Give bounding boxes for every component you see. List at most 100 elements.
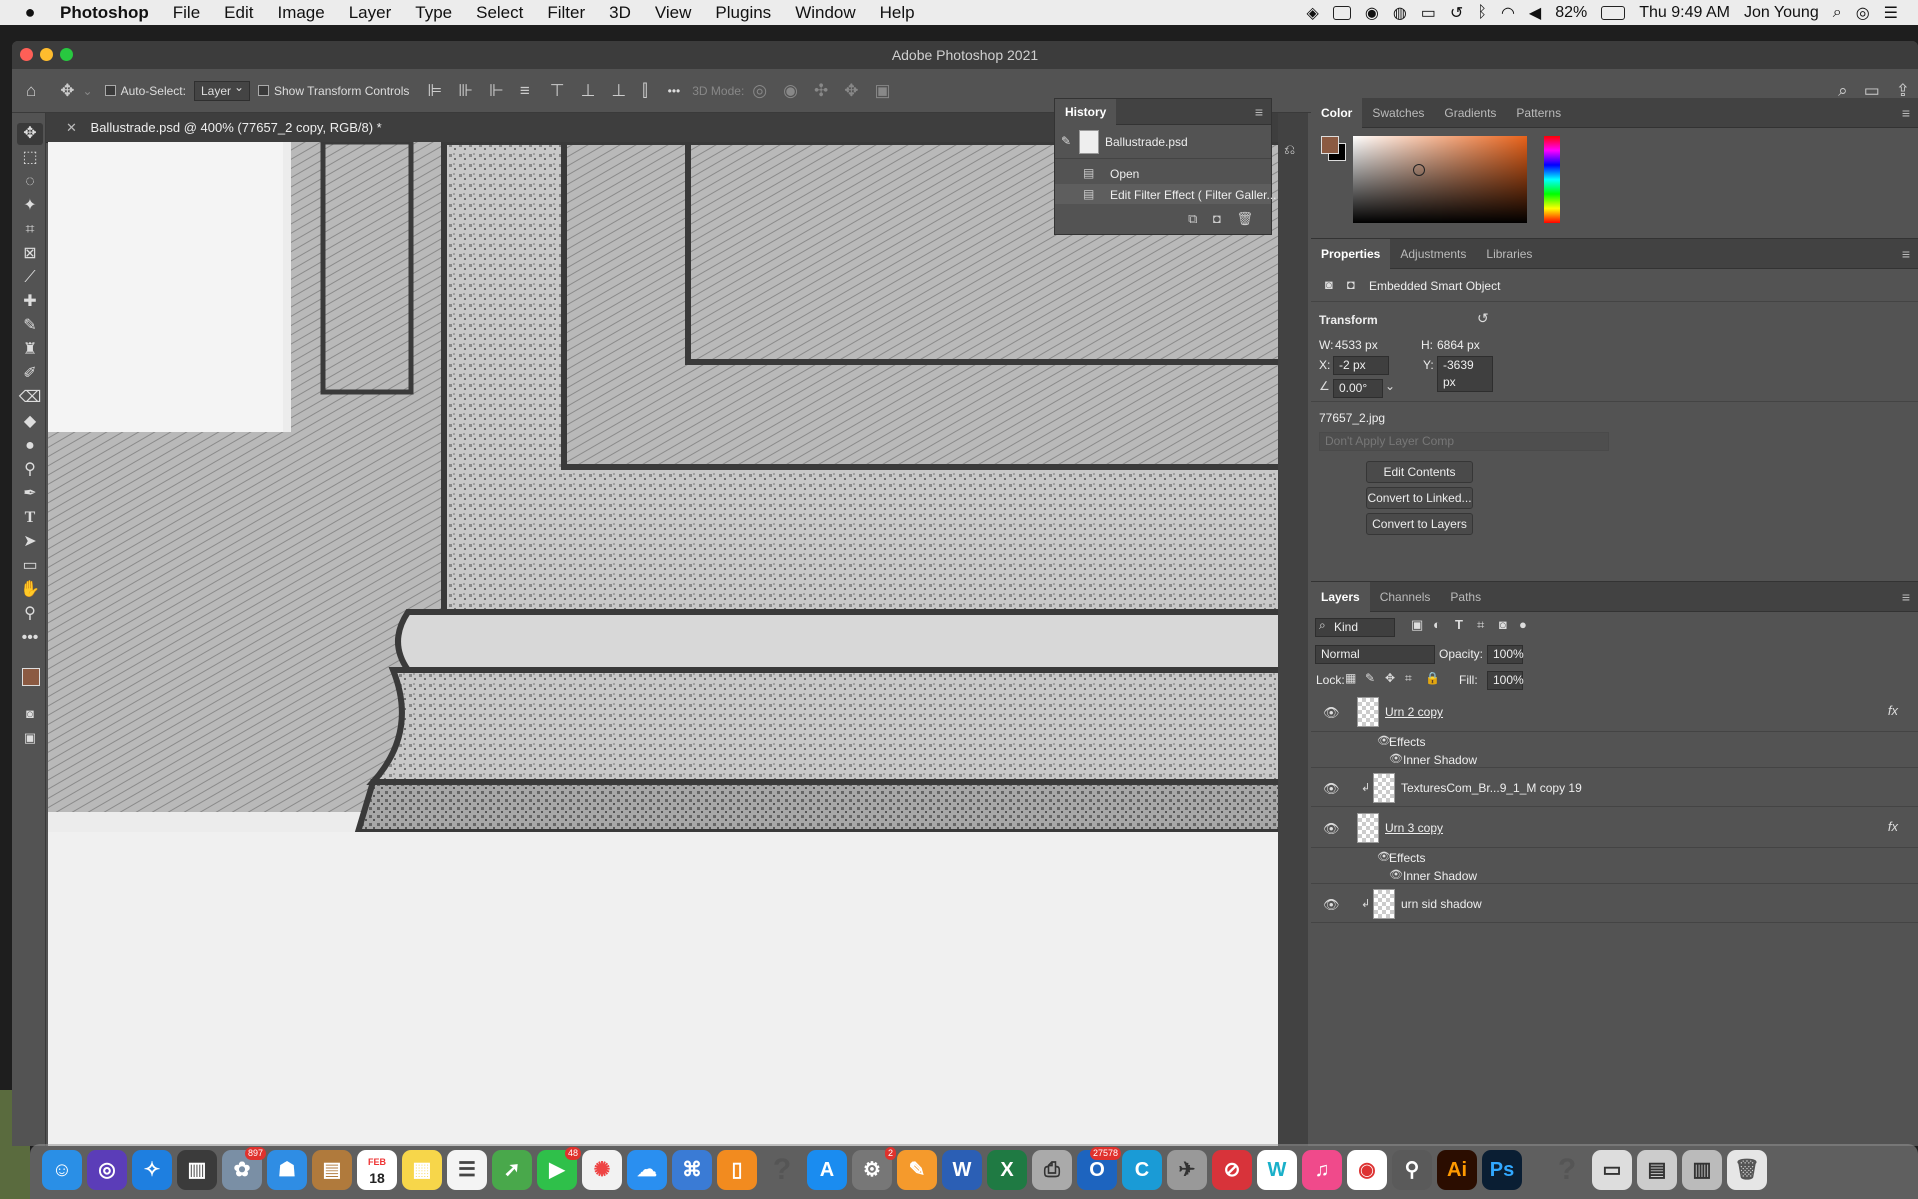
battery-icon[interactable] — [1601, 5, 1626, 20]
convert-to-linked-button[interactable]: Convert to Linked... — [1366, 487, 1473, 509]
pencil-app-icon[interactable]: ✎ — [897, 1150, 937, 1190]
move-tool-icon[interactable]: ✥ — [17, 123, 43, 145]
angle-dropdown-icon[interactable]: ⌄ — [1385, 379, 1395, 393]
frame-tool-icon[interactable]: ⊠ — [17, 243, 43, 265]
move-tool-icon[interactable]: ✥ — [60, 81, 74, 101]
documents-stack-icon[interactable]: ▤ — [1637, 1150, 1677, 1190]
control-center-icon[interactable]: ☰ — [1884, 3, 1898, 23]
menu-image[interactable]: Image — [265, 3, 336, 23]
calendar-icon[interactable]: FEB 18 — [357, 1150, 397, 1190]
close-document-icon[interactable]: ✕ — [66, 120, 77, 135]
blocker-app-icon[interactable]: ⊘ — [1212, 1150, 1252, 1190]
3d-pan-icon[interactable]: ✣ — [814, 81, 828, 101]
history-brush-source-icon[interactable]: ✎ — [1061, 134, 1071, 148]
path-selection-tool-icon[interactable]: ➤ — [17, 531, 43, 553]
menu-3d[interactable]: 3D — [597, 3, 643, 23]
type-tool-icon[interactable]: T — [17, 507, 43, 529]
y-position-input[interactable]: -3639 px — [1437, 356, 1493, 392]
siri-icon[interactable]: ◎ — [1856, 3, 1870, 23]
tab-properties[interactable]: Properties — [1311, 238, 1391, 269]
layer-name[interactable]: Urn 2 copy — [1385, 705, 1443, 719]
tab-libraries[interactable]: Libraries — [1476, 239, 1542, 269]
healing-brush-tool-icon[interactable]: ✚ — [17, 291, 43, 313]
layer-effects-icon[interactable]: fx — [1888, 703, 1898, 718]
music-icon[interactable]: ♫ — [1302, 1150, 1342, 1190]
menu-help[interactable]: Help — [868, 3, 927, 23]
layer-row[interactable]: 👁 ↲ TexturesCom_Br...9_1_M copy 19 — [1311, 769, 1918, 807]
history-brush-tool-icon[interactable]: ✐ — [17, 363, 43, 385]
history-panel-menu-icon[interactable]: ≡ — [1255, 104, 1271, 120]
height-value[interactable]: 6864 px — [1437, 338, 1480, 352]
opacity-input[interactable]: 100% — [1487, 645, 1524, 664]
finder-icon[interactable]: ☺ — [42, 1150, 82, 1190]
menu-file[interactable]: File — [161, 3, 212, 23]
angle-input[interactable]: 0.00° — [1333, 379, 1383, 398]
delete-state-icon[interactable]: 🗑 — [1236, 211, 1253, 226]
effects-row[interactable]: 👁 Effects — [1311, 732, 1918, 750]
tab-swatches[interactable]: Swatches — [1362, 98, 1434, 128]
time-machine-icon[interactable]: ↺ — [1450, 3, 1463, 23]
lock-artboard-icon[interactable]: ⌗ — [1405, 671, 1412, 686]
contacts-sync-icon[interactable]: ☗ — [267, 1150, 307, 1190]
properties-panel-menu-icon[interactable]: ≡ — [1902, 246, 1918, 262]
layers-panel-menu-icon[interactable]: ≡ — [1902, 589, 1918, 605]
airplay-icon[interactable]: ▭ — [1421, 3, 1436, 23]
lock-all-icon[interactable]: 🔒 — [1425, 671, 1440, 685]
foreground-color-swatch[interactable] — [1321, 136, 1339, 154]
lasso-tool-icon[interactable]: ◌ — [17, 171, 43, 193]
creative-cloud-icon[interactable]: ◉ — [1365, 3, 1379, 23]
effect-row[interactable]: 👁 Inner Shadow — [1311, 750, 1918, 768]
books-icon[interactable]: ▯ — [717, 1150, 757, 1190]
tab-history[interactable]: History — [1055, 98, 1117, 125]
document-canvas[interactable] — [48, 142, 1293, 1146]
menu-select[interactable]: Select — [464, 3, 535, 23]
trash-icon[interactable]: 🗑 — [1727, 1150, 1767, 1190]
zoom-window-button[interactable] — [60, 48, 73, 61]
filter-shape-icon[interactable]: ⌗ — [1477, 617, 1484, 633]
history-item[interactable]: ▤ Edit Filter Effect ( Filter Galler... — [1055, 184, 1277, 204]
edit-toolbar-icon[interactable]: ••• — [17, 627, 43, 649]
dropbox-icon[interactable]: ◈ — [1307, 3, 1319, 23]
auto-select-checkbox[interactable] — [104, 85, 116, 96]
fill-input[interactable]: 100% — [1487, 671, 1524, 690]
utility-app-icon[interactable]: ⚲ — [1392, 1150, 1432, 1190]
effect-visibility-icon[interactable]: 👁 — [1389, 868, 1403, 881]
photoshop-icon[interactable]: Ps — [1482, 1150, 1522, 1190]
eraser-tool-icon[interactable]: ⌫ — [17, 387, 43, 409]
magic-wand-tool-icon[interactable]: ✦ — [17, 195, 43, 217]
menubar-user[interactable]: Jon Young — [1744, 4, 1819, 22]
paint-bucket-tool-icon[interactable]: ◆ — [17, 411, 43, 433]
align-right-icon[interactable]: ⊩ — [489, 81, 504, 101]
reset-transform-icon[interactable]: ↺ — [1477, 310, 1489, 327]
tab-channels[interactable]: Channels — [1370, 582, 1441, 612]
filter-smart-object-icon[interactable]: ◙ — [1499, 617, 1507, 632]
layer-row[interactable]: 👁 Urn 2 copy fx — [1311, 692, 1918, 732]
new-snapshot-icon[interactable]: ◘ — [1213, 211, 1221, 226]
hand-tool-icon[interactable]: ✋ — [17, 579, 43, 601]
notes-icon[interactable]: ▦ — [402, 1150, 442, 1190]
color-panel-menu-icon[interactable]: ≡ — [1902, 105, 1918, 121]
show-transform-checkbox[interactable] — [258, 85, 269, 96]
layer-filter-dropdown[interactable]: Kind — [1315, 618, 1395, 637]
outlook-icon[interactable]: O 27578 — [1077, 1147, 1121, 1190]
keynote-icon[interactable]: ⌘ — [672, 1150, 712, 1190]
recent-stack-icon[interactable]: ▥ — [1682, 1150, 1722, 1190]
layer-row[interactable]: 👁 ↲ urn sid shadow — [1311, 885, 1918, 923]
3d-roll-icon[interactable]: ◉ — [783, 81, 798, 101]
bluetooth-icon[interactable]: ᛒ — [1477, 4, 1487, 22]
display-icon[interactable] — [1332, 5, 1351, 20]
downloads-stack-icon[interactable]: ▭ — [1592, 1150, 1632, 1190]
illustrator-icon[interactable]: Ai — [1437, 1150, 1477, 1190]
tab-adjustments[interactable]: Adjustments — [1390, 239, 1476, 269]
unknown-app-icon[interactable]: ? — [762, 1150, 802, 1190]
blend-mode-dropdown[interactable]: Normal — [1315, 645, 1435, 664]
cleaner-app-icon[interactable]: C — [1122, 1150, 1162, 1190]
pen-tool-icon[interactable]: ✒ — [17, 483, 43, 505]
wifi-icon[interactable]: ◠ — [1501, 3, 1515, 23]
network-utility-icon[interactable]: ✈ — [1167, 1150, 1207, 1190]
auto-select-dropdown[interactable]: Layer — [193, 80, 250, 101]
webex-icon[interactable]: W — [1257, 1150, 1297, 1190]
history-panel-icon[interactable]: ⎌ — [1284, 141, 1295, 158]
visibility-eye-icon[interactable]: 👁 — [1323, 781, 1340, 797]
dodge-tool-icon[interactable]: ⚲ — [17, 459, 43, 481]
